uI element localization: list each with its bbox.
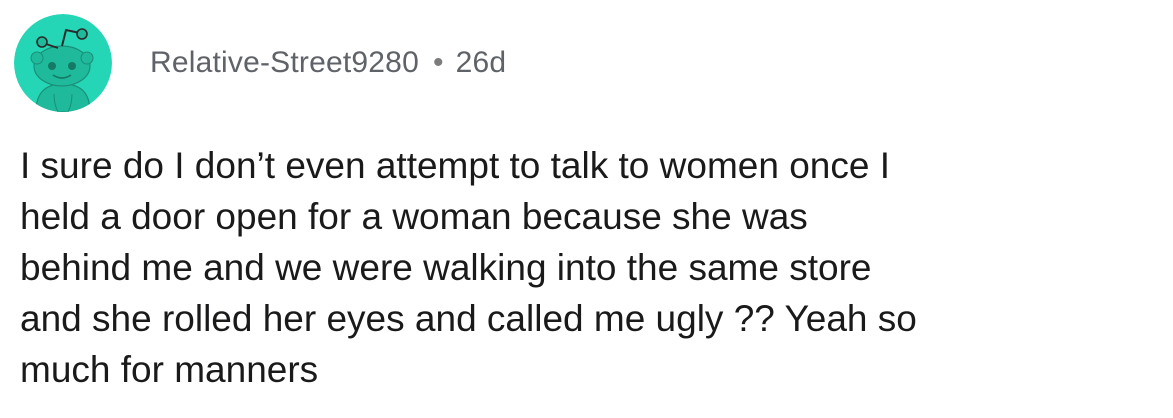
comment-header: Relative-Street9280 • 26d bbox=[14, 14, 506, 112]
author-username[interactable]: Relative-Street9280 bbox=[150, 46, 419, 80]
comment-line: I sure do I don’t even attempt to talk t… bbox=[20, 145, 890, 186]
comment-line: behind me and we were walking into the s… bbox=[20, 247, 872, 288]
comment-body: I sure do I don’t even attempt to talk t… bbox=[20, 140, 1160, 395]
comment: Relative-Street9280 • 26d I sure do I do… bbox=[0, 0, 1173, 418]
comment-line: and she rolled her eyes and called me ug… bbox=[20, 298, 917, 339]
reddit-snoo-avatar-icon[interactable] bbox=[14, 14, 112, 112]
comment-age: 26d bbox=[455, 46, 507, 79]
comment-meta: Relative-Street9280 • 26d bbox=[150, 46, 506, 80]
meta-separator: • bbox=[432, 46, 444, 79]
comment-line: held a door open for a woman because she… bbox=[20, 196, 808, 237]
comment-line: much for manners bbox=[20, 349, 319, 390]
